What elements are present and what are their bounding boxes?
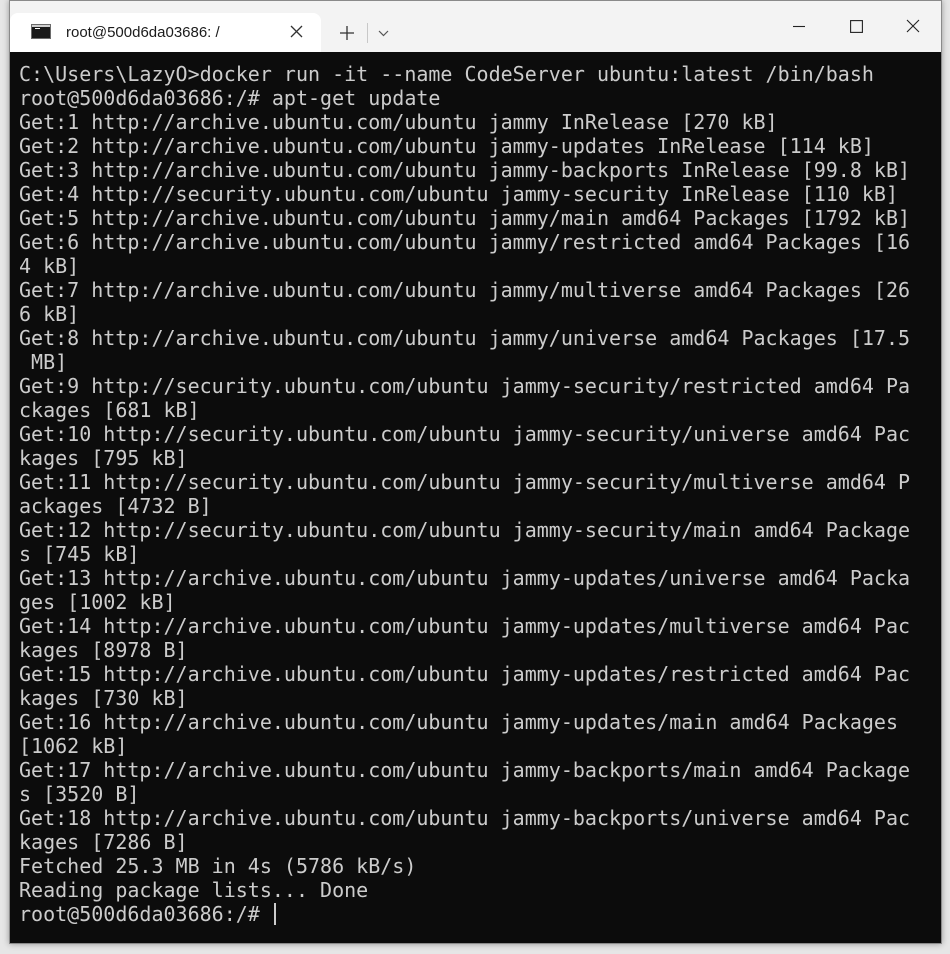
terminal-line: MB] <box>19 350 68 374</box>
chevron-down-icon <box>378 30 388 36</box>
terminal-line: ges [1002 kB] <box>19 590 176 614</box>
minimize-icon <box>793 25 805 28</box>
new-tab-button[interactable] <box>333 19 361 47</box>
maximize-icon <box>849 19 863 33</box>
terminal-line: Get:16 http://archive.ubuntu.com/ubuntu … <box>19 710 898 734</box>
terminal-line: kages [730 kB] <box>19 686 188 710</box>
terminal-line: kages [8978 B] <box>19 638 188 662</box>
terminal-line: Get:17 http://archive.ubuntu.com/ubuntu … <box>19 758 911 782</box>
terminal-line: Fetched 25.3 MB in 4s (5786 kB/s) <box>19 854 417 878</box>
minimize-button[interactable] <box>771 1 827 51</box>
terminal-line: kages [795 kB] <box>19 446 188 470</box>
close-window-button[interactable] <box>885 1 941 51</box>
tab-terminal[interactable]: root@500d6da03686: / <box>10 13 321 52</box>
terminal-window: root@500d6da03686: / C:\Users\LazyO>dock… <box>9 0 942 944</box>
close-icon <box>290 25 302 37</box>
terminal-icon <box>31 24 51 39</box>
terminal-line: Get:10 http://security.ubuntu.com/ubuntu… <box>19 422 911 446</box>
terminal-line: Get:5 http://archive.ubuntu.com/ubuntu j… <box>19 206 911 230</box>
tab-separator <box>367 23 368 43</box>
terminal-output[interactable]: C:\Users\LazyO>docker run -it --name Cod… <box>19 62 919 932</box>
terminal-prompt-line: root@500d6da03686:/# <box>19 902 919 926</box>
terminal-line: Get:13 http://archive.ubuntu.com/ubuntu … <box>19 566 911 590</box>
terminal-line: root@500d6da03686:/# apt-get update <box>19 86 441 110</box>
terminal-prompt: root@500d6da03686:/# <box>19 902 272 926</box>
terminal-line: [1062 kB] <box>19 734 128 758</box>
terminal-line: Get:15 http://archive.ubuntu.com/ubuntu … <box>19 662 911 686</box>
tab-dropdown-button[interactable] <box>372 19 394 47</box>
maximize-button[interactable] <box>828 1 884 51</box>
text-cursor <box>273 903 276 925</box>
terminal-line: Reading package lists... Done <box>19 878 369 902</box>
terminal-line: 6 kB] <box>19 302 80 326</box>
terminal-line: s [745 kB] <box>19 542 140 566</box>
terminal-line: Get:4 http://security.ubuntu.com/ubuntu … <box>19 182 898 206</box>
terminal-line: kages [7286 B] <box>19 830 188 854</box>
terminal-line: ckages [681 kB] <box>19 398 200 422</box>
terminal-line: Get:3 http://archive.ubuntu.com/ubuntu j… <box>19 158 911 182</box>
terminal-line: Get:8 http://archive.ubuntu.com/ubuntu j… <box>19 326 911 350</box>
terminal-line: Get:6 http://archive.ubuntu.com/ubuntu j… <box>19 230 911 254</box>
terminal-line: Get:14 http://archive.ubuntu.com/ubuntu … <box>19 614 911 638</box>
terminal-line: Get:18 http://archive.ubuntu.com/ubuntu … <box>19 806 911 830</box>
close-tab-button[interactable] <box>284 19 308 43</box>
terminal-line: Get:2 http://archive.ubuntu.com/ubuntu j… <box>19 134 874 158</box>
terminal-line: ackages [4732 B] <box>19 494 212 518</box>
title-bar: root@500d6da03686: / <box>10 1 941 52</box>
terminal-line: Get:11 http://security.ubuntu.com/ubuntu… <box>19 470 911 494</box>
terminal-line: 4 kB] <box>19 254 80 278</box>
terminal-line: Get:12 http://security.ubuntu.com/ubuntu… <box>19 518 911 542</box>
terminal-line: Get:1 http://archive.ubuntu.com/ubuntu j… <box>19 110 778 134</box>
close-icon <box>906 19 920 33</box>
plus-icon <box>340 26 354 40</box>
terminal-line: Get:9 http://security.ubuntu.com/ubuntu … <box>19 374 911 398</box>
terminal-line: s [3520 B] <box>19 782 140 806</box>
tab-title: root@500d6da03686: / <box>66 24 220 41</box>
terminal-line: Get:7 http://archive.ubuntu.com/ubuntu j… <box>19 278 911 302</box>
terminal-line: C:\Users\LazyO>docker run -it --name Cod… <box>19 62 874 86</box>
